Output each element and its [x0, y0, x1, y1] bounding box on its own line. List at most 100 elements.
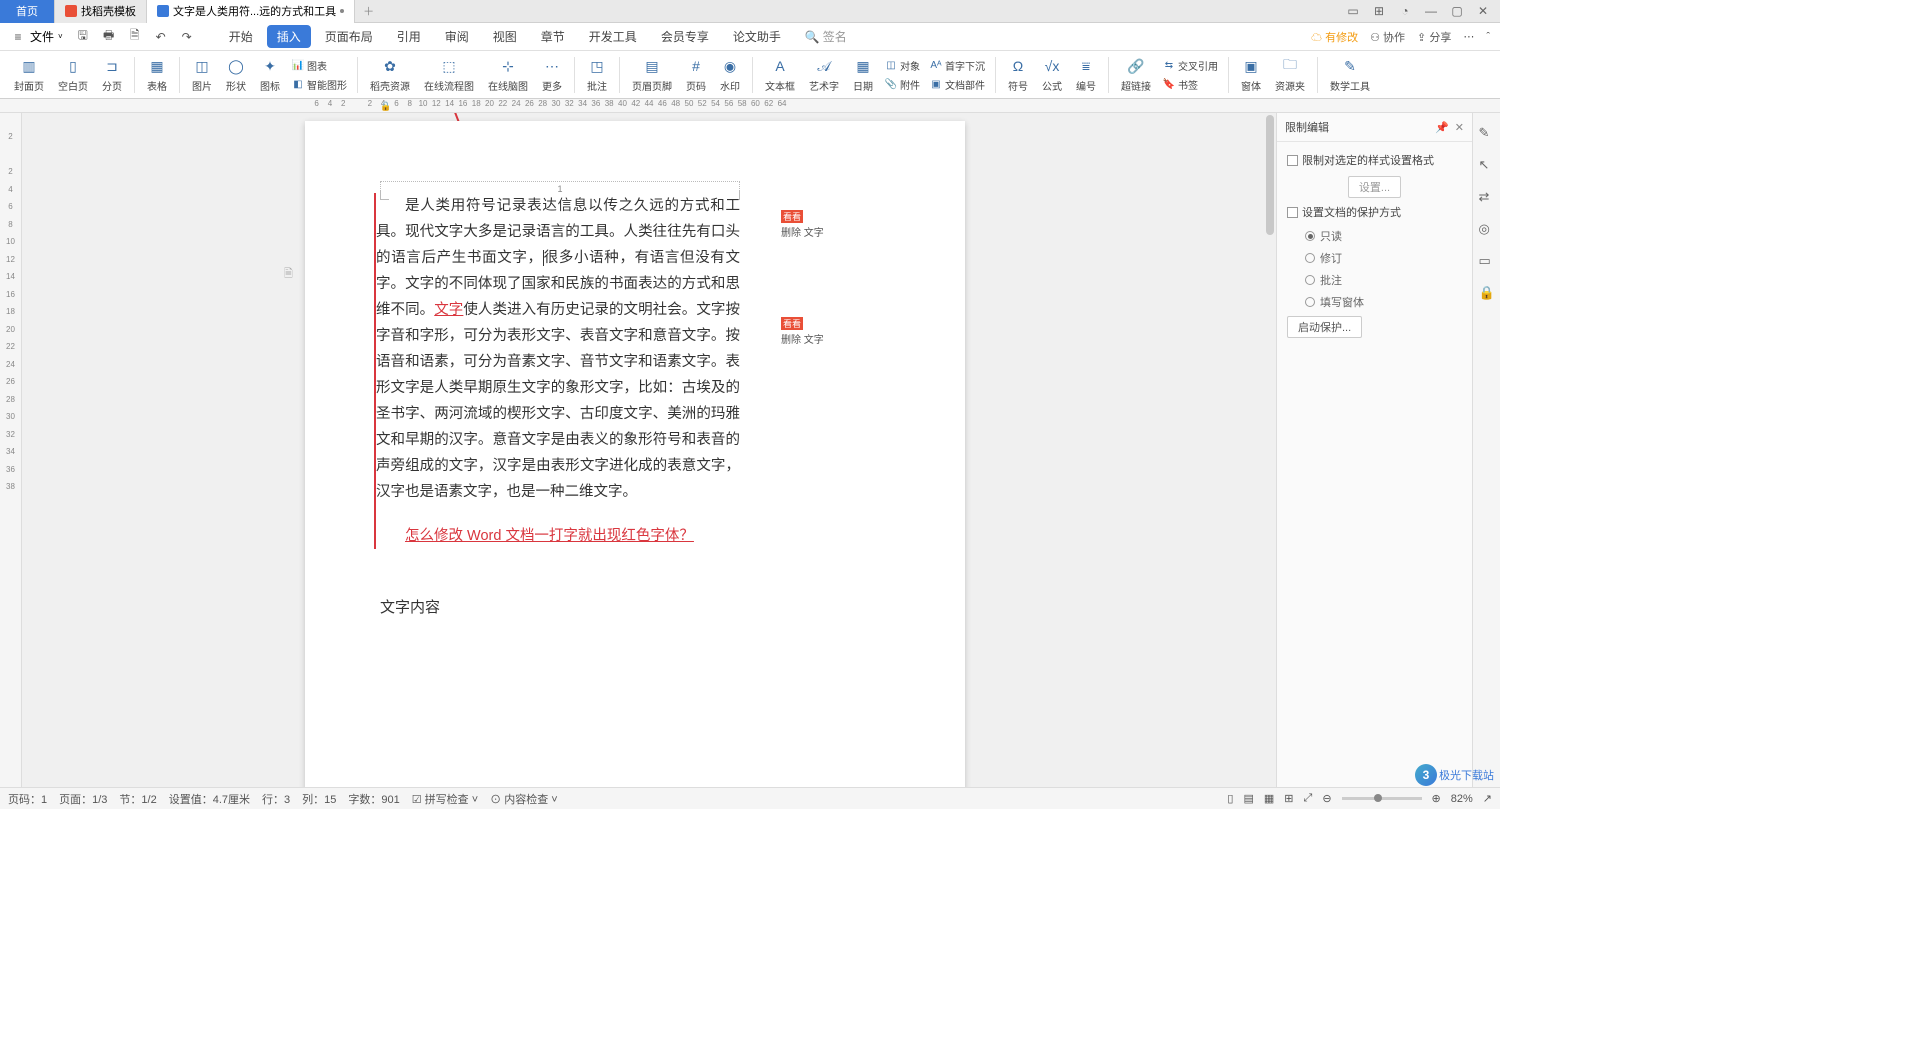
- attach-button[interactable]: 📎附件: [881, 76, 924, 93]
- cursor-icon[interactable]: ↖: [1479, 157, 1495, 173]
- menu-tab-view[interactable]: 视图: [483, 25, 527, 48]
- shape-button[interactable]: ◯形状: [220, 54, 252, 95]
- icon-button[interactable]: ✦图标: [254, 54, 286, 95]
- blank-page-button[interactable]: ▯空白页: [52, 54, 94, 95]
- file-menu[interactable]: 文件˅: [30, 28, 63, 45]
- menu-tab-start[interactable]: 开始: [219, 25, 263, 48]
- restrict-formatting-checkbox[interactable]: 限制对选定的样式设置格式: [1287, 152, 1462, 168]
- collapse-ribbon[interactable]: ˆ: [1486, 31, 1490, 43]
- tab-templates[interactable]: 找稻壳模板: [55, 0, 147, 23]
- mindmap-button[interactable]: ⊹在线脑图: [482, 54, 534, 95]
- document-canvas[interactable]: 🗎 1 是人类用符号记录表达信息以传之久远的方式和工具。现代文字大多是记录语言的…: [22, 113, 1276, 787]
- formula-button[interactable]: √x公式: [1036, 54, 1068, 95]
- target-icon[interactable]: ◎: [1479, 221, 1495, 237]
- page-break-button[interactable]: ⊐分页: [96, 54, 128, 95]
- page-content[interactable]: 是人类用符号记录表达信息以传之久远的方式和工具。现代文字大多是记录语言的工具。人…: [380, 193, 740, 787]
- lock-sidebar-icon[interactable]: 🔒: [1479, 285, 1495, 301]
- radio-track[interactable]: 修订: [1305, 250, 1462, 266]
- cover-page-button[interactable]: ▥封面页: [8, 54, 50, 95]
- hyperlink-button[interactable]: 🔗超链接: [1115, 54, 1157, 95]
- date-button[interactable]: ▦日期: [847, 54, 879, 95]
- zoom-level[interactable]: 82%: [1451, 793, 1473, 805]
- view-mode-outline[interactable]: ⊞: [1284, 792, 1293, 805]
- symbol-button[interactable]: Ω符号: [1002, 54, 1034, 95]
- dropcap-button[interactable]: Aᴬ首字下沉: [926, 57, 989, 74]
- zoom-slider[interactable]: [1342, 797, 1422, 800]
- status-position[interactable]: 设置值：4.7厘米: [169, 791, 250, 807]
- radio-readonly[interactable]: 只读: [1305, 228, 1462, 244]
- book-icon[interactable]: ▭: [1479, 253, 1495, 269]
- menu-tab-references[interactable]: 引用: [387, 25, 431, 48]
- resource-folder-button[interactable]: 🗀资源夹: [1269, 54, 1311, 95]
- preview-icon[interactable]: 🗎: [127, 29, 143, 45]
- track-changes-button[interactable]: ☁ 有修改: [1311, 29, 1358, 45]
- wordart-button[interactable]: 𝒜艺术字: [803, 54, 845, 95]
- link-howto[interactable]: 怎么修改 Word 文档一打字就出现红色字体？: [405, 528, 694, 544]
- tab-home[interactable]: 首页: [0, 0, 55, 23]
- paragraph-1[interactable]: 是人类用符号记录表达信息以传之久远的方式和工具。现代文字大多是记录语言的工具。人…: [376, 193, 740, 505]
- status-contentcheck[interactable]: ⊙ 内容检查 ˅: [490, 791, 558, 807]
- protect-doc-checkbox[interactable]: 设置文档的保护方式: [1287, 204, 1462, 220]
- hamburger-icon[interactable]: ≡: [10, 29, 26, 45]
- menu-tab-section[interactable]: 章节: [531, 25, 575, 48]
- link-wenzi[interactable]: 文字: [434, 302, 463, 318]
- smartart-button[interactable]: ◧智能图形: [288, 76, 351, 93]
- watermark-button[interactable]: ◉水印: [714, 54, 746, 95]
- undo-icon[interactable]: ↶: [153, 29, 169, 45]
- minimize-button[interactable]: —: [1422, 2, 1440, 20]
- more-menu[interactable]: ⋯: [1463, 30, 1474, 43]
- status-pages[interactable]: 页面：1/3: [59, 791, 107, 807]
- menu-tab-review[interactable]: 审阅: [435, 25, 479, 48]
- teaching-tools-button[interactable]: ✎数学工具: [1324, 54, 1376, 95]
- view-mode-read[interactable]: ▤: [1243, 792, 1253, 805]
- view-mode-print[interactable]: ▯: [1227, 792, 1233, 805]
- close-button[interactable]: ✕: [1474, 2, 1492, 20]
- resource-button[interactable]: ✿稻壳资源: [364, 54, 416, 95]
- pencil-icon[interactable]: ✎: [1479, 125, 1495, 141]
- settings-button[interactable]: 设置...: [1348, 176, 1401, 198]
- menu-tab-thesis[interactable]: 论文助手: [723, 25, 791, 48]
- start-protection-button[interactable]: 启动保护...: [1287, 316, 1362, 338]
- header-footer-button[interactable]: ▤页眉页脚: [626, 54, 678, 95]
- signature-button[interactable]: 🔍签名: [805, 25, 847, 48]
- pin-icon[interactable]: 📌: [1435, 121, 1449, 134]
- zoom-in-button[interactable]: ⊕: [1432, 792, 1441, 805]
- fit-page-button[interactable]: ⤢: [1304, 792, 1313, 805]
- vertical-ruler[interactable]: 22468101214161820222426283032343638: [0, 113, 22, 787]
- heading[interactable]: 文字内容: [380, 595, 740, 621]
- more-button[interactable]: ⋯更多: [536, 54, 568, 95]
- status-words[interactable]: 字数：901: [348, 791, 399, 807]
- revision-balloon-1[interactable]: 看看 删除 文字: [781, 210, 841, 239]
- maximize-button[interactable]: ▢: [1448, 2, 1466, 20]
- user-icon[interactable]: ◔: [1396, 2, 1414, 20]
- bookmark-button[interactable]: 🔖书签: [1159, 76, 1222, 93]
- menu-tab-member[interactable]: 会员专享: [651, 25, 719, 48]
- pagenum-button[interactable]: #页码: [680, 54, 712, 95]
- form-button[interactable]: ▣窗体: [1235, 54, 1267, 95]
- numbering-button[interactable]: ⩸编号: [1070, 54, 1102, 95]
- exchange-icon[interactable]: ⇄: [1479, 189, 1495, 205]
- chart-button[interactable]: 📊图表: [288, 57, 351, 74]
- status-col[interactable]: 列：15: [302, 791, 336, 807]
- horizontal-ruler[interactable]: 6422468101214161820222426283032343638404…: [0, 99, 1500, 113]
- revision-balloon-2[interactable]: 看看 删除 文字: [781, 317, 841, 346]
- table-button[interactable]: ▦表格: [141, 54, 173, 95]
- radio-comment[interactable]: 批注: [1305, 272, 1462, 288]
- zoom-out-button[interactable]: ⊖: [1322, 792, 1331, 805]
- fullscreen-button[interactable]: ↗: [1483, 792, 1492, 805]
- image-button[interactable]: ◫图片: [186, 54, 218, 95]
- share-button[interactable]: ⇪ 分享: [1417, 29, 1451, 45]
- tab-document[interactable]: 文字是人类用符...远的方式和工具: [147, 0, 355, 23]
- scrollbar-thumb[interactable]: [1266, 115, 1274, 235]
- status-page[interactable]: 页码：1: [8, 791, 47, 807]
- menu-tab-layout[interactable]: 页面布局: [315, 25, 383, 48]
- layout-icon[interactable]: ▭: [1344, 2, 1362, 20]
- grid-icon[interactable]: ⊞: [1370, 2, 1388, 20]
- redo-icon[interactable]: ↷: [179, 29, 195, 45]
- crossref-button[interactable]: ⇆交叉引用: [1159, 57, 1222, 74]
- textbox-button[interactable]: A文本框: [759, 54, 801, 95]
- status-spellcheck[interactable]: ☑ 拼写检查 ˅: [412, 791, 478, 807]
- object-button[interactable]: ◫对象: [881, 57, 924, 74]
- collab-button[interactable]: ⚇ 协作: [1370, 29, 1405, 45]
- comment-button[interactable]: ◳批注: [581, 54, 613, 95]
